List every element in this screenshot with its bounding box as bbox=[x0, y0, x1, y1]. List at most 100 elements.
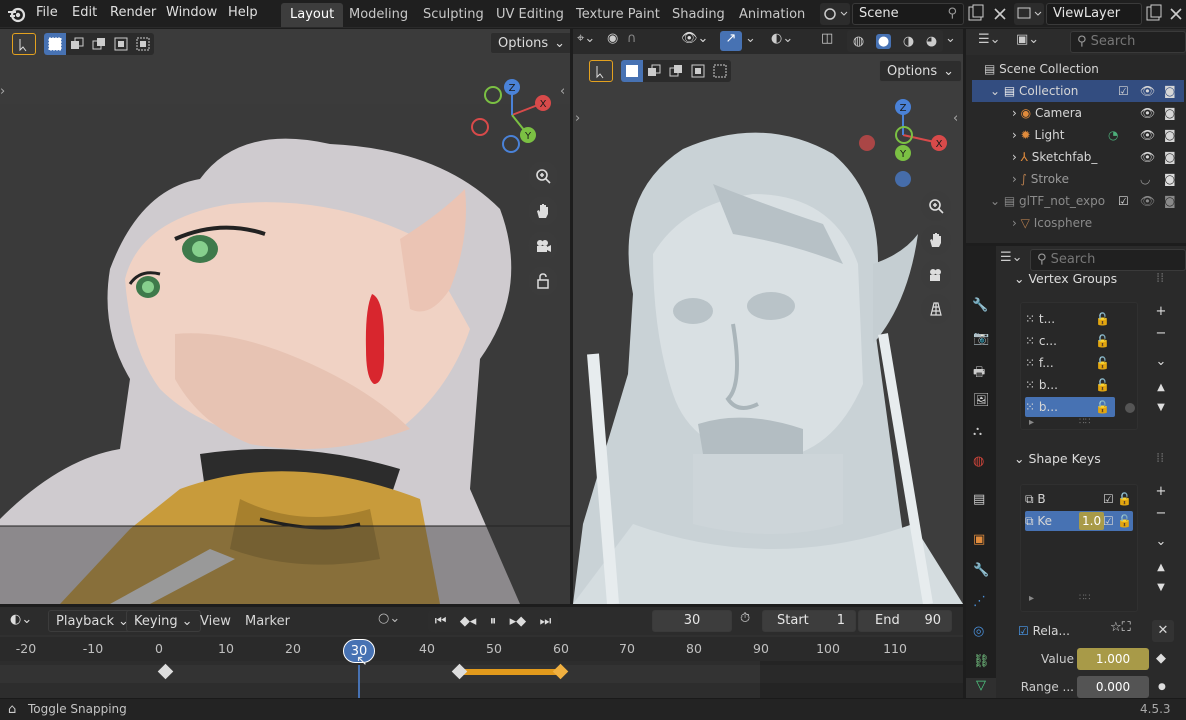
outliner-editor-icon[interactable]: ☰⌄ bbox=[978, 32, 1001, 47]
menu-render[interactable]: Render bbox=[104, 0, 162, 28]
tab-layout[interactable]: Layout bbox=[281, 3, 344, 27]
solid-shading-icon[interactable]: ● bbox=[875, 33, 892, 49]
scrollbar-thumb[interactable] bbox=[1125, 403, 1135, 413]
checkbox-icon[interactable]: ☑ bbox=[1018, 624, 1033, 638]
list-item-selected[interactable]: ⧉ Ke 1.0 ☑ 🔓 bbox=[1025, 511, 1133, 531]
jump-start-icon[interactable]: ⏮ bbox=[435, 614, 447, 629]
shape-key-edit-mode-icon[interactable]: ☆⛶ bbox=[1110, 620, 1131, 635]
navigation-gizmo-right[interactable]: Z X Y bbox=[855, 95, 951, 191]
chevron-right-icon[interactable]: › bbox=[972, 216, 1017, 230]
navigation-gizmo-left[interactable]: X Z Y bbox=[468, 77, 560, 157]
resize-handle-icon[interactable]: ∷∷ bbox=[1079, 417, 1090, 427]
chevron-left-icon[interactable]: ‹ bbox=[953, 111, 958, 126]
tab-uv-editing[interactable]: UV Editing bbox=[487, 3, 573, 27]
tab-animation[interactable]: Animation bbox=[730, 3, 814, 27]
eye-icon[interactable]: 👁 bbox=[1140, 124, 1155, 146]
shape-keys-header[interactable]: ⌄ Shape Keys bbox=[1014, 451, 1101, 466]
move-up-icon[interactable]: ▲ bbox=[1150, 556, 1172, 578]
select-new-icon[interactable] bbox=[621, 60, 643, 82]
chevron-down-icon[interactable]: ⌄ bbox=[1150, 528, 1172, 556]
select-invert-icon[interactable] bbox=[110, 33, 132, 55]
chevron-right-icon[interactable]: › bbox=[0, 84, 5, 99]
clear-shape-keys-icon[interactable]: ✕ bbox=[1152, 620, 1174, 642]
rendered-shading-icon[interactable]: ◕ bbox=[926, 34, 937, 49]
select-subtract-icon[interactable] bbox=[665, 60, 687, 82]
object-tab-icon[interactable]: ▣ bbox=[973, 532, 985, 547]
outliner-item-light[interactable]: › ✹ Light ◔ 👁 ◙ bbox=[972, 124, 1184, 146]
jump-end-icon[interactable]: ⏭ bbox=[540, 614, 552, 629]
select-subtract-icon[interactable] bbox=[88, 33, 110, 55]
select-tool-icon[interactable] bbox=[589, 60, 613, 82]
outliner-search-field[interactable]: ⚲ Search bbox=[1070, 31, 1186, 53]
output-tab-icon[interactable]: 🖶 bbox=[973, 363, 985, 385]
delete-viewlayer-icon[interactable] bbox=[1166, 3, 1186, 25]
prev-keyframe-icon[interactable]: ◆◂ bbox=[460, 614, 477, 629]
particles-tab-icon[interactable]: ⋰ bbox=[973, 594, 986, 609]
list-item[interactable]: ⁙ c... 🔓 bbox=[1025, 331, 1115, 351]
visibility-icon[interactable]: 👁⌄ bbox=[681, 31, 708, 46]
menu-window[interactable]: Window bbox=[160, 0, 223, 28]
start-frame-field[interactable]: Start 1 bbox=[762, 610, 856, 632]
list-item[interactable]: ⁙ b... 🔓 bbox=[1025, 375, 1115, 395]
outliner-item-sketchfab[interactable]: › ⅄ Sketchfab_ 👁 ◙ bbox=[972, 146, 1184, 168]
zoom-icon[interactable] bbox=[921, 191, 951, 221]
chevron-down-icon[interactable]: ⌄ bbox=[745, 31, 756, 46]
chevron-right-icon[interactable]: › bbox=[972, 106, 1017, 120]
camera-view-icon[interactable] bbox=[921, 260, 951, 290]
display-mode-icon[interactable]: ▣⌄ bbox=[1016, 32, 1039, 47]
marker-menu[interactable]: Marker bbox=[245, 614, 290, 629]
properties-search-field[interactable]: ⚲ Search bbox=[1030, 249, 1186, 271]
tab-sculpting[interactable]: Sculpting bbox=[414, 3, 493, 27]
scene-field[interactable]: Scene ⚲ bbox=[852, 3, 964, 25]
playback-menu[interactable]: Playback ⌄ bbox=[48, 610, 137, 632]
tab-shading[interactable]: Shading bbox=[663, 3, 734, 27]
view-layer-tab-icon[interactable]: 🖼 bbox=[973, 393, 990, 408]
list-item[interactable]: ⁙ f... 🔓 bbox=[1025, 353, 1115, 373]
chevron-right-icon[interactable]: ▸ bbox=[1029, 417, 1034, 428]
transform-pivot-icon[interactable]: ◉ bbox=[607, 31, 618, 46]
drag-handle-icon[interactable]: ⁞⁞ bbox=[1156, 451, 1164, 466]
material-shading-icon[interactable]: ◑ bbox=[903, 34, 914, 49]
xray-icon[interactable]: ◫ bbox=[821, 31, 833, 46]
properties-editor-icon[interactable]: ☰⌄ bbox=[1000, 250, 1023, 265]
auto-keying-record-icon[interactable]: ○⌄ bbox=[378, 611, 400, 626]
outliner-item-icosphere[interactable]: › ▽ Icosphere bbox=[972, 212, 1184, 234]
eye-icon[interactable]: 👁 bbox=[1140, 80, 1155, 102]
add-icon[interactable]: + bbox=[1150, 484, 1172, 506]
object-constraint-tab-icon[interactable]: ⛓ bbox=[973, 654, 990, 669]
world-tab-icon[interactable]: ◍ bbox=[973, 454, 984, 469]
checkbox-icon[interactable]: ☑ bbox=[1118, 80, 1129, 102]
chevron-right-icon[interactable]: › bbox=[575, 111, 580, 126]
options-dropdown-right[interactable]: Options ⌄ bbox=[879, 60, 963, 82]
outliner-item-camera[interactable]: › ◉ Camera 👁 ◙ bbox=[972, 102, 1184, 124]
lock-icon[interactable]: 🔓 bbox=[1095, 397, 1110, 417]
delete-scene-icon[interactable] bbox=[990, 3, 1010, 25]
viewlayer-field[interactable]: ViewLayer bbox=[1046, 3, 1142, 25]
value-field[interactable]: 1.000 bbox=[1077, 648, 1149, 670]
menu-edit[interactable]: Edit bbox=[66, 0, 103, 28]
chevron-right-icon[interactable]: › bbox=[972, 172, 1017, 186]
move-down-icon[interactable]: ▼ bbox=[1150, 578, 1172, 600]
chevron-down-icon[interactable]: ⌄ bbox=[1150, 348, 1172, 376]
select-intersect-icon[interactable] bbox=[132, 33, 154, 55]
outliner-item-gltf-not-exported[interactable]: ⌄ ▤ glTF_not_expo ☑ 👁 ◙ bbox=[972, 190, 1184, 212]
remove-icon[interactable]: − bbox=[1150, 326, 1172, 348]
pin-icon[interactable]: ⚲ bbox=[947, 4, 957, 24]
frame-ruler[interactable]: -20 -10 0 10 20 40 50 60 70 80 90 100 11… bbox=[0, 637, 963, 661]
checkbox-icon[interactable]: ☑ bbox=[1103, 511, 1114, 531]
list-item-selected[interactable]: ⁙ b... 🔓 bbox=[1025, 397, 1115, 417]
gizmo-toggle-icon[interactable]: ↗ bbox=[720, 31, 742, 51]
list-item[interactable]: ⧉ B ☑ 🔓 bbox=[1025, 489, 1133, 509]
chevron-right-icon[interactable]: › bbox=[972, 128, 1017, 142]
tool-tab-icon[interactable]: 🔧 bbox=[972, 298, 988, 313]
vertex-groups-header[interactable]: ⌄ Vertex Groups bbox=[1014, 271, 1117, 286]
outliner-item-stroke[interactable]: › ∫ Stroke ◡ ◙ bbox=[972, 168, 1184, 190]
proportional-icon[interactable]: ∩ bbox=[627, 31, 637, 46]
drag-handle-icon[interactable]: ⁞⁞ bbox=[1156, 271, 1164, 286]
pan-hand-icon[interactable] bbox=[921, 225, 951, 255]
scene-tab-icon[interactable]: ⛬ bbox=[973, 424, 982, 439]
scene-collection-row[interactable]: ▤ Scene Collection bbox=[984, 59, 1099, 79]
camera-render-icon[interactable]: ◙ bbox=[1164, 190, 1176, 212]
range-field[interactable]: 0.000 bbox=[1077, 676, 1149, 698]
physics-tab-icon[interactable]: ◎ bbox=[973, 624, 984, 639]
